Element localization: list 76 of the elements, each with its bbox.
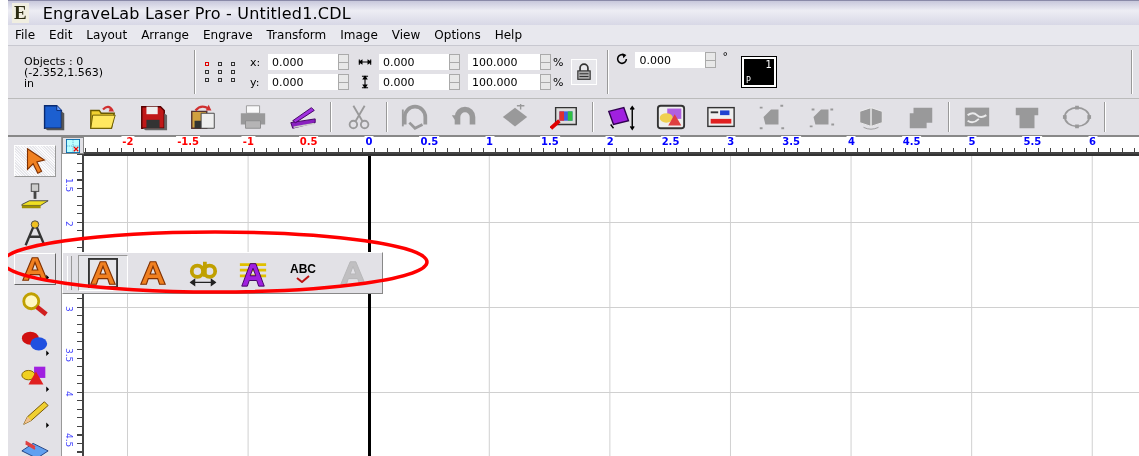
y-label: y:: [250, 75, 261, 89]
menu-item[interactable]: Image: [333, 28, 385, 42]
anchor-point[interactable]: [205, 70, 209, 74]
anchor-point[interactable]: [231, 78, 235, 82]
window-title: EngraveLab Laser Pro - Untitled1.CDL: [42, 3, 351, 23]
ruler-label: 5: [967, 136, 977, 147]
text-tool-icon: [19, 254, 50, 284]
ruler-label: 1.5: [64, 178, 74, 193]
ruler-label: 3.5: [781, 136, 801, 147]
page-label: P: [744, 76, 752, 85]
tool-button[interactable]: [13, 253, 56, 285]
x-label: x:: [250, 55, 262, 69]
ruler-label: 4.5: [64, 433, 74, 448]
anchor-point[interactable]: [231, 70, 235, 74]
number-field[interactable]: 100.000: [468, 74, 540, 90]
undo-icon: [400, 102, 430, 132]
ruler-label: 3: [64, 305, 74, 312]
toolbar-grip[interactable]: [67, 256, 72, 290]
anchor-point[interactable]: [218, 70, 222, 74]
anchor-point[interactable]: [231, 62, 235, 66]
framed-letter-icon: [86, 258, 120, 288]
ruler-label: 4: [846, 136, 856, 147]
printer-icon: [238, 102, 268, 132]
number-field[interactable]: 100.000: [468, 54, 540, 70]
number-field[interactable]: 0.000: [379, 74, 449, 90]
menu-item[interactable]: File: [8, 28, 43, 42]
ruler-label: 4: [64, 390, 74, 397]
cursor-position: (-2.352,1.563): [24, 66, 105, 78]
ruler-label: 3: [726, 136, 736, 147]
ruler-label: -1: [241, 136, 255, 147]
anchor-point[interactable]: [218, 78, 222, 82]
menu-item[interactable]: Help: [487, 28, 529, 42]
ruler-label: 2: [64, 220, 74, 227]
app-logo: E: [12, 3, 29, 23]
ruler-origin-button[interactable]: [62, 137, 84, 154]
ruler-label: 3.5: [64, 348, 74, 363]
menu-item[interactable]: Edit: [42, 28, 80, 42]
page-indicator[interactable]: 1 P: [741, 57, 776, 87]
ruler-origin-icon: [64, 138, 82, 153]
menu-item[interactable]: View: [384, 28, 428, 42]
text-tool-button[interactable]: [78, 255, 128, 291]
number-field[interactable]: 0.000: [635, 52, 706, 68]
text-tool-button[interactable]: ABC: [278, 255, 328, 291]
ruler-label: 0.5: [419, 136, 440, 147]
ruler-label: 6: [1088, 136, 1098, 147]
page-number: 1: [765, 59, 773, 70]
percent-label: %: [553, 55, 564, 69]
menu-item[interactable]: Transform: [259, 28, 334, 42]
menu-item[interactable]: Layout: [79, 28, 135, 42]
check-icon: [296, 275, 310, 283]
ruler-label: 4.5: [901, 136, 922, 147]
ruler-label: -1.5: [176, 136, 201, 147]
ruler-label: -2: [121, 136, 135, 147]
menu-item[interactable]: Options: [427, 28, 488, 42]
anchor-point[interactable]: [205, 78, 209, 82]
number-field[interactable]: 0.000: [268, 54, 338, 70]
object-count: Objects : 0: [24, 55, 84, 67]
image-shapes-icon: [656, 102, 686, 132]
units-label: in: [24, 77, 35, 89]
anchor-point[interactable]: [218, 62, 222, 66]
degree-label: °: [722, 50, 728, 63]
menu-item[interactable]: Arrange: [134, 28, 196, 42]
menu-item[interactable]: Engrave: [195, 28, 260, 42]
ruler-label: 1.5: [540, 136, 560, 147]
ruler-label: 5.5: [1022, 136, 1043, 147]
ruler-label: 2.5: [660, 136, 681, 147]
percent-label: %: [553, 75, 564, 89]
ruler-label: 1: [485, 136, 495, 147]
ruler-label: 0.5: [298, 136, 319, 147]
ruler-label: 0: [364, 136, 374, 147]
number-field[interactable]: 0.000: [379, 54, 449, 70]
number-field[interactable]: 0.000: [268, 74, 338, 90]
ruler-label: 2: [605, 136, 615, 147]
rotate-icon: [615, 52, 630, 66]
lock-button[interactable]: [571, 59, 598, 85]
tool-button[interactable]: [13, 145, 56, 177]
